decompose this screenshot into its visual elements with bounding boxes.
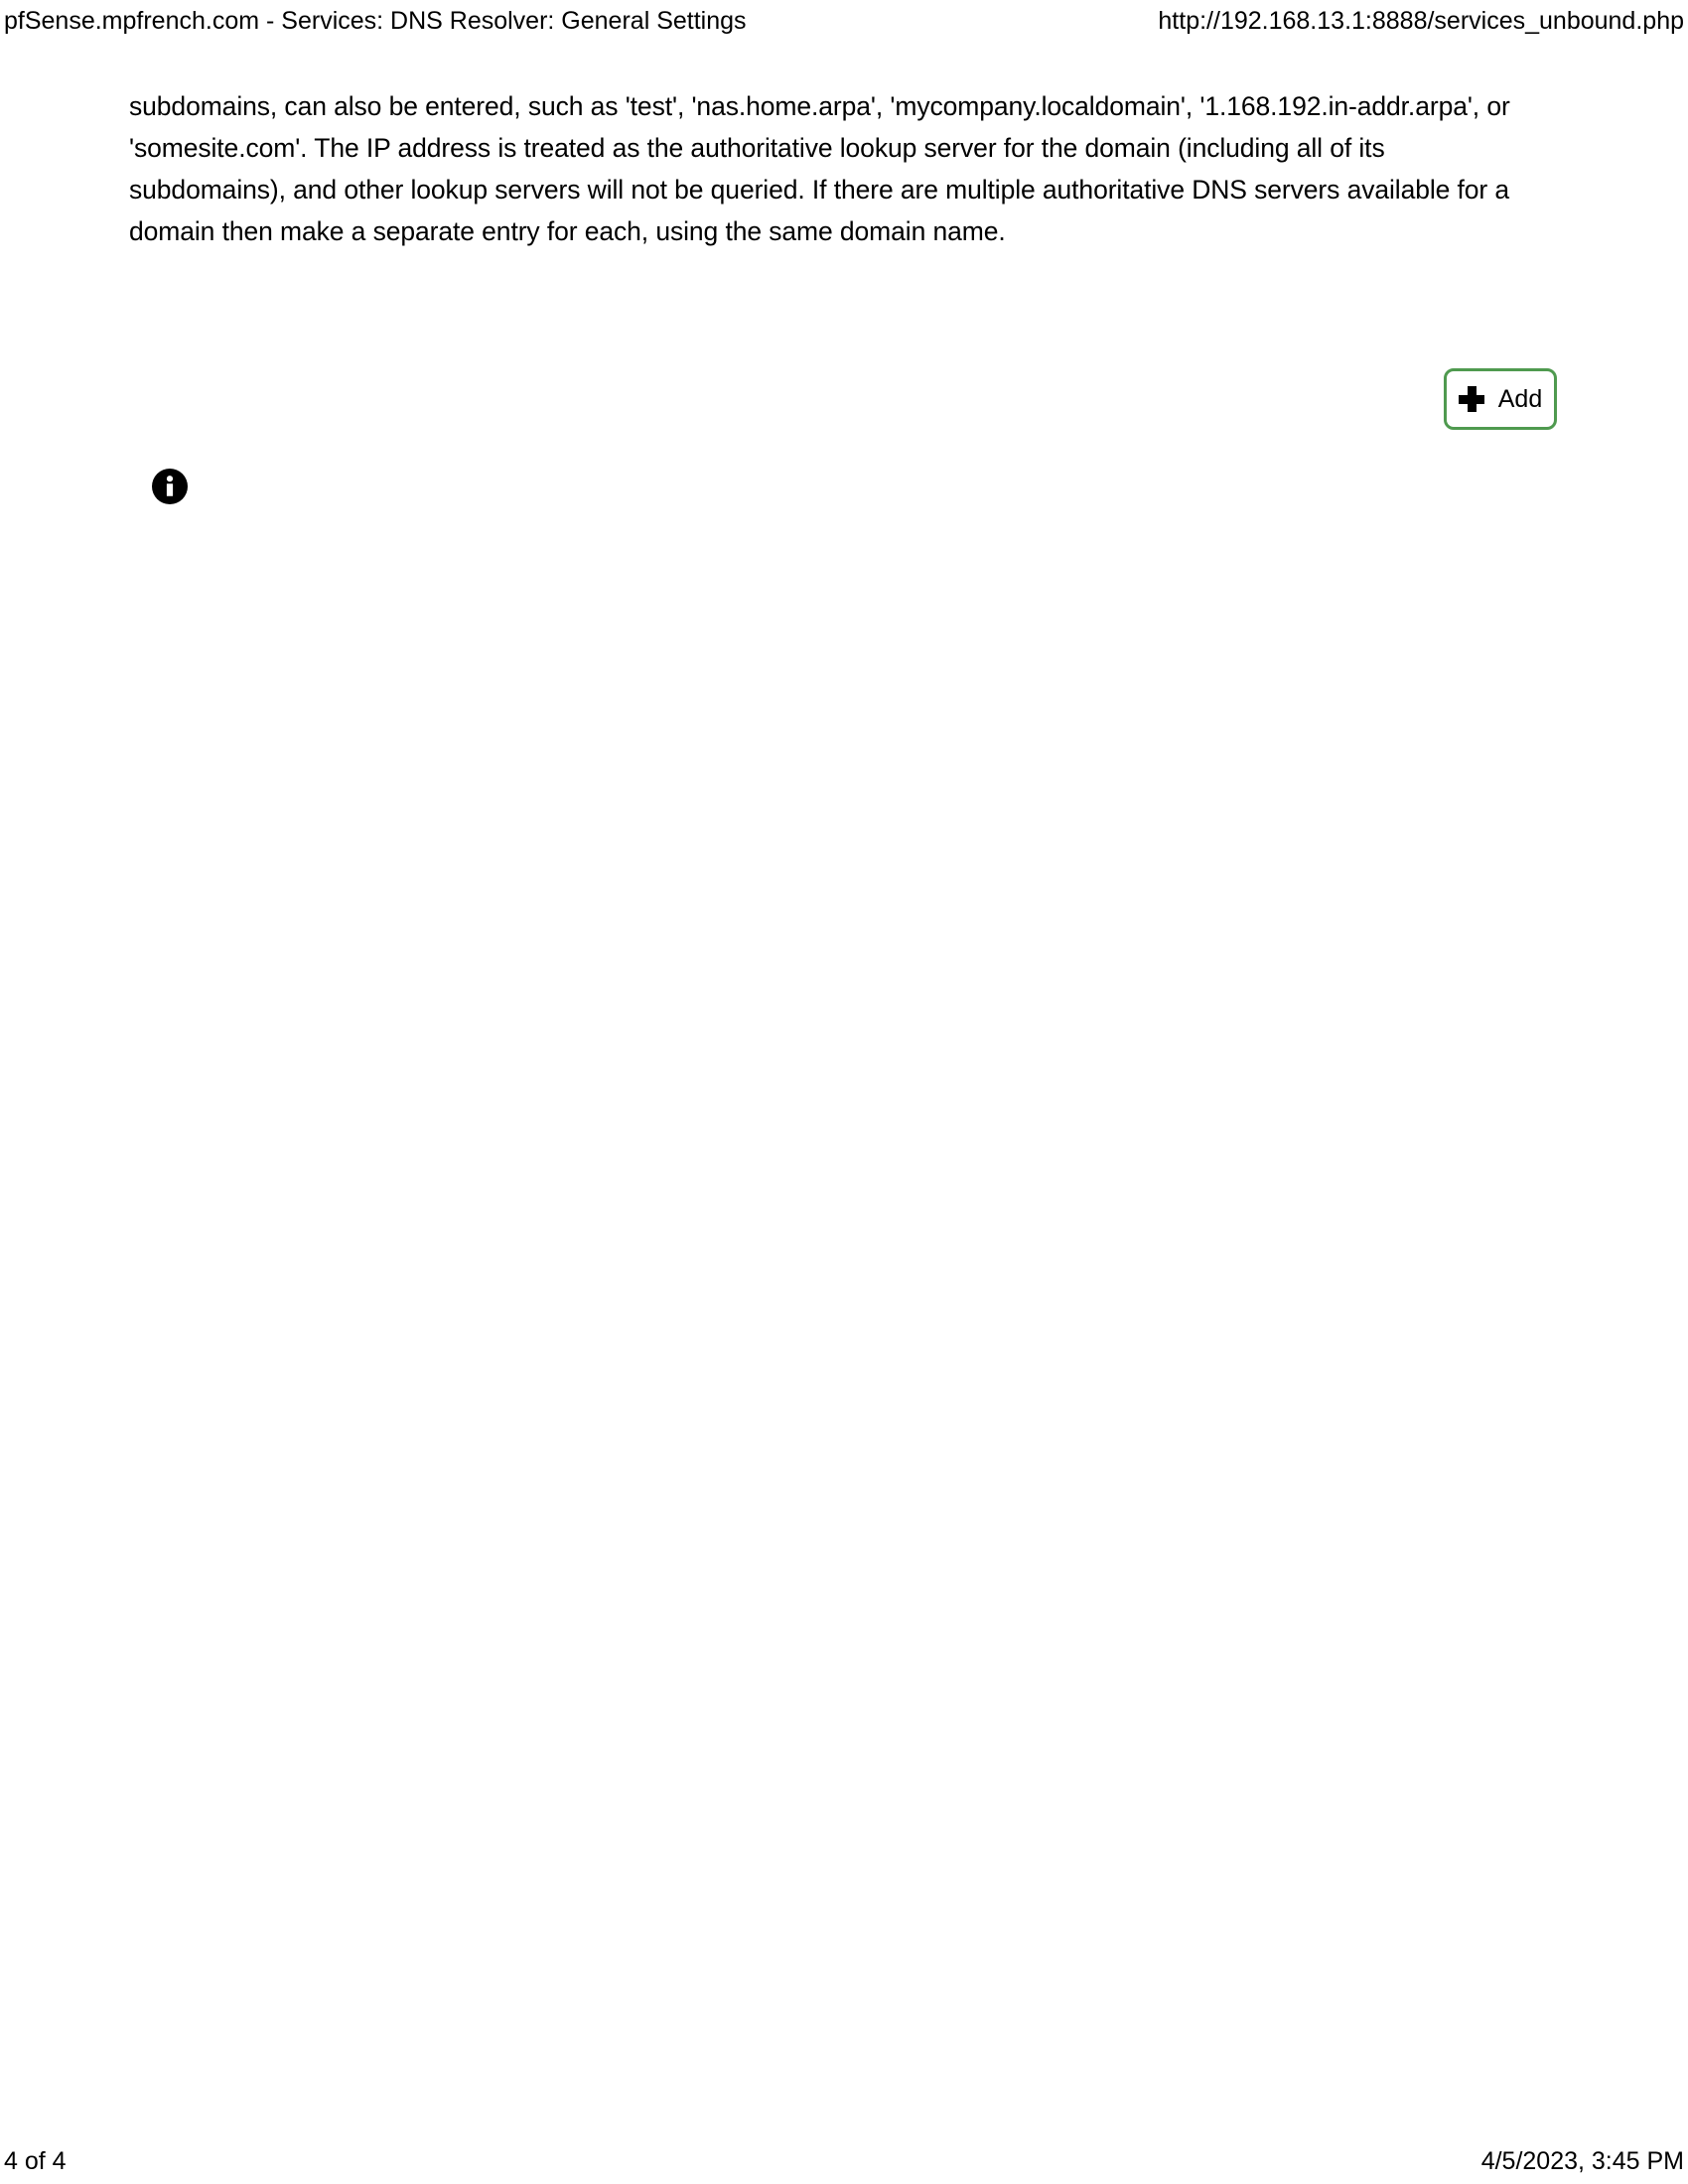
print-footer: 4 of 4 4/5/2023, 3:45 PM	[0, 2128, 1688, 2184]
print-header: pfSense.mpfrench.com - Services: DNS Res…	[0, 0, 1688, 46]
domain-override-help-text: subdomains, can also be entered, such as…	[129, 91, 1510, 246]
plus-icon	[1458, 386, 1484, 412]
print-timestamp: 4/5/2023, 3:45 PM	[1480, 2147, 1684, 2175]
button-row: Add	[129, 368, 1559, 430]
info-row	[151, 468, 1541, 511]
add-button-label: Add	[1497, 385, 1543, 413]
page-indicator: 4 of 4	[4, 2147, 67, 2175]
page-content: subdomains, can also be entered, such as…	[129, 85, 1559, 504]
add-button[interactable]: Add	[1444, 368, 1557, 430]
print-header-title: pfSense.mpfrench.com - Services: DNS Res…	[4, 7, 747, 35]
info-circle-icon	[152, 469, 188, 504]
print-header-url: http://192.168.13.1:8888/services_unboun…	[1158, 7, 1684, 35]
